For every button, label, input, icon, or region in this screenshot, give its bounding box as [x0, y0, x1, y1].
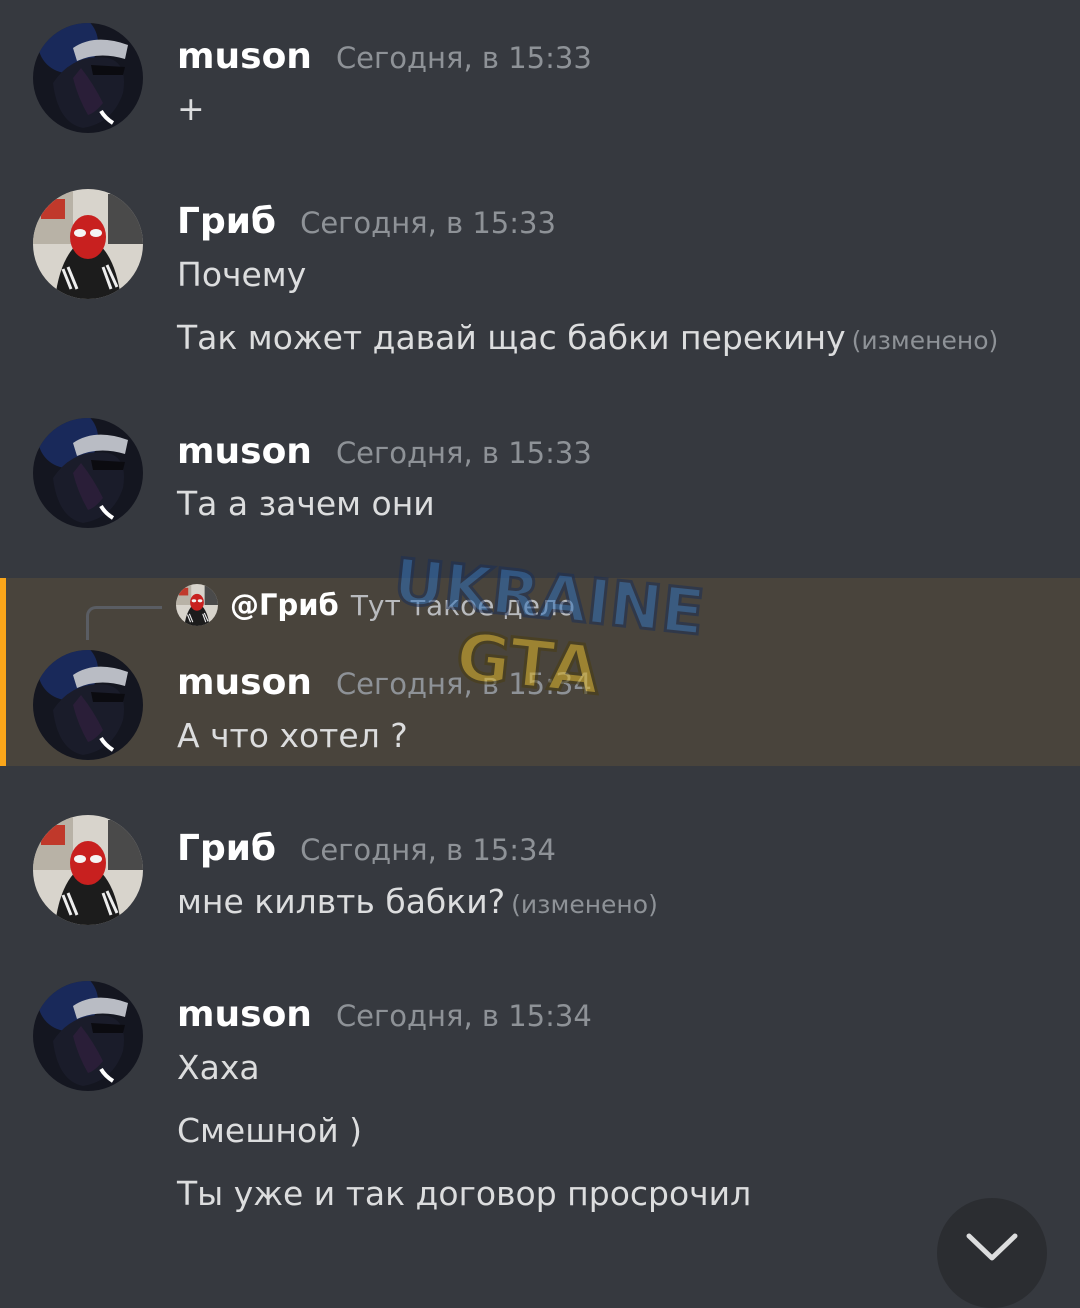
chevron-down-icon: [966, 1233, 1018, 1261]
message-header: muson Сегодня, в 15:33: [177, 36, 592, 77]
edited-label: (изменено): [851, 326, 999, 355]
scroll-to-bottom-button[interactable]: [937, 1198, 1047, 1308]
reply-preview[interactable]: @Гриб Тут такое дело: [176, 584, 575, 626]
username[interactable]: Гриб: [177, 201, 276, 242]
reply-avatar: [176, 584, 218, 626]
message-text: Смешной ): [177, 1111, 363, 1150]
message-text: +: [177, 89, 205, 128]
reply-connector: [86, 606, 162, 640]
avatar[interactable]: [33, 23, 143, 133]
mention-bar: [0, 578, 6, 766]
reply-text: Тут такое дело: [350, 588, 575, 622]
avatar[interactable]: [33, 815, 143, 925]
username[interactable]: muson: [177, 994, 312, 1035]
username[interactable]: muson: [177, 431, 312, 472]
chat-area: muson Сегодня, в 15:33 + Гриб Сегодня, в…: [0, 0, 1080, 1308]
avatar[interactable]: [33, 981, 143, 1091]
edited-label: (изменено): [511, 890, 658, 919]
username[interactable]: muson: [177, 662, 312, 703]
avatar[interactable]: [33, 418, 143, 528]
message-header: muson Сегодня, в 15:33: [177, 431, 592, 472]
timestamp: Сегодня, в 15:33: [300, 206, 556, 240]
message-text: мне килвть бабки? (изменено): [177, 882, 658, 921]
message-text: Так может давай щас бабки перекину (измен…: [177, 318, 999, 357]
username[interactable]: muson: [177, 36, 312, 77]
message-header: muson Сегодня, в 15:34: [177, 662, 592, 703]
message-text: А что хотел ?: [177, 716, 408, 755]
timestamp: Сегодня, в 15:34: [335, 999, 592, 1033]
message-text: Та а зачем они: [177, 484, 435, 523]
message-text: Почему: [177, 255, 307, 294]
message-text: Ты уже и так договор просрочил: [177, 1174, 752, 1213]
timestamp: Сегодня, в 15:33: [335, 436, 592, 470]
username[interactable]: Гриб: [177, 828, 276, 869]
message-header: Гриб Сегодня, в 15:33: [177, 201, 556, 242]
message-text: Хаха: [177, 1048, 260, 1087]
timestamp: Сегодня, в 15:33: [335, 41, 592, 75]
avatar[interactable]: [33, 189, 143, 299]
message-header: Гриб Сегодня, в 15:34: [177, 828, 556, 869]
message-header: muson Сегодня, в 15:34: [177, 994, 592, 1035]
avatar[interactable]: [33, 650, 143, 760]
timestamp: Сегодня, в 15:34: [335, 667, 592, 701]
reply-author[interactable]: @Гриб: [230, 588, 339, 622]
timestamp: Сегодня, в 15:34: [300, 833, 556, 867]
